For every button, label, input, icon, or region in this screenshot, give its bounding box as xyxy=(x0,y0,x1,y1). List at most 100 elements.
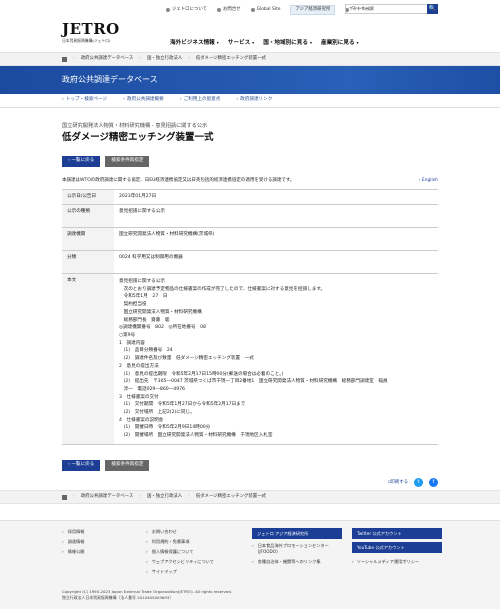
modify-label: 検索条件再指定 xyxy=(111,158,144,164)
share-tools: ▫印刷する t f xyxy=(387,478,438,487)
footer-link-recruit[interactable]: 採用情報 xyxy=(62,527,85,537)
breadcrumb: › 政府公共調達データベース › 国・独立行政法人 › 低ダメージ精密エッチング… xyxy=(0,52,500,66)
util-contact[interactable]: お問合せ xyxy=(217,7,241,13)
subnav-top-search[interactable]: トップ・検索ページ xyxy=(62,97,107,103)
wto-note: 本調達はWTOの政府調達に関する協定、日EU経済連携協定又は日英包括的経済連携協… xyxy=(62,178,438,184)
globe-icon xyxy=(250,7,255,12)
gnav-industry[interactable]: 産業別に見る ▾ xyxy=(321,40,359,48)
footer-link-partners[interactable]: 各種自治体・機関等へのリンク集 xyxy=(252,557,348,567)
util-ide[interactable]: アジア経済研究所 xyxy=(290,5,336,15)
youtube-account-button[interactable]: YouTube 公式アカウント xyxy=(352,542,442,553)
chevron-down-icon: ▾ xyxy=(252,40,255,45)
youtube-account-label: YouTube 公式アカウント xyxy=(357,544,405,550)
body-line: (2) 調達件名及び数量 低ダメージ精密エッチング装置 一式 xyxy=(119,356,254,362)
print-button[interactable]: ▫印刷する xyxy=(387,480,408,486)
modify-label: 検索条件再指定 xyxy=(111,462,144,468)
util-about[interactable]: ジェトロについて xyxy=(166,7,207,13)
home-icon[interactable] xyxy=(62,56,67,62)
row-label: 公示日/公告日 xyxy=(62,188,114,206)
chevron-down-icon: ▾ xyxy=(216,40,219,45)
gnav-services-label: サービス xyxy=(227,40,251,46)
breadcrumb-national[interactable]: 国・独立行政法人 xyxy=(147,56,182,62)
gnav-region[interactable]: 国・地域別に見る ▾ xyxy=(263,40,312,48)
english-label: English xyxy=(421,177,438,183)
footer-ide-button[interactable]: ジェトロ アジア経済研究所 xyxy=(252,528,342,539)
search-input[interactable]: サイト内検索 xyxy=(345,4,437,14)
gnav-services[interactable]: サービス ▾ xyxy=(228,40,254,48)
logo-subtitle: 日本貿易振興機構(ジェトロ) xyxy=(62,38,111,43)
breadcrumb-database[interactable]: 政府公共調達データベース xyxy=(81,56,133,62)
footer-link-disclosure[interactable]: 情報公開 xyxy=(62,547,85,557)
breadcrumb-separator: › xyxy=(188,56,190,62)
footer-link-terms[interactable]: 利用規約・免責事項 xyxy=(146,537,214,547)
breadcrumb-database[interactable]: 政府公共調達データベース xyxy=(81,494,133,500)
subnav-notes[interactable]: ご利用上の留意点 xyxy=(180,97,221,103)
jetro-logo[interactable]: JETRO 日本貿易振興機構(ジェトロ) xyxy=(62,22,120,44)
util-contact-label: お問合せ xyxy=(223,7,241,12)
facebook-share-icon[interactable]: f xyxy=(429,478,438,487)
body-line: (1) 開催日時 令和5年2月9日14時00分 xyxy=(119,425,211,431)
footer-link-sitemap[interactable]: サイトマップ xyxy=(146,567,214,577)
notice-body: 意見招請に関する公示 次のとおり調達予定物品の仕様書案の作成が完了したので、仕様… xyxy=(114,273,438,445)
main-content: 国立研究開発法人物質・材料研究機構 - 意見招請に関する公示 低ダメージ精密エッ… xyxy=(0,123,500,471)
body-line: 国立研究開発法人物質・材料研究機構 xyxy=(119,309,202,315)
search-placeholder: サイト内検索 xyxy=(349,6,375,12)
english-link[interactable]: › English xyxy=(419,178,438,184)
body-line: ◎調達機関番号 802 ◎所在地番号 08 xyxy=(119,325,206,331)
back-to-list-button-bottom[interactable]: ‹ 一覧に戻る xyxy=(62,459,101,471)
twitter-share-icon[interactable]: t xyxy=(414,478,423,487)
gnav-region-label: 国・地域別に見る xyxy=(263,40,308,46)
footer-link-privacy[interactable]: 個人情報保護について xyxy=(146,547,214,557)
action-buttons-bottom: ‹ 一覧に戻る 検索条件再指定 xyxy=(62,459,438,471)
footer-link-procurement[interactable]: 調達情報 xyxy=(62,537,85,547)
home-icon[interactable] xyxy=(62,494,67,500)
sub-nav: トップ・検索ページ 政府公共調達概要 ご利用上の留意点 政府調達リンク xyxy=(0,94,500,108)
breadcrumb-current: 低ダメージ精密エッチング装置一式 xyxy=(195,494,266,500)
gnav-overseas-label: 海外ビジネス情報 xyxy=(170,40,215,46)
body-line: 次のとおり調達予定物品の仕様書案の作成が完了したので、仕様書案に対する意見を招請… xyxy=(119,286,326,292)
page-kicker: 国立研究開発法人物質・材料研究機構 - 意見招請に関する公示 xyxy=(62,123,208,129)
hero-title: 政府公共調達データベース xyxy=(62,74,158,84)
breadcrumb-separator: › xyxy=(73,494,75,500)
row-label: 調達機関 xyxy=(62,227,114,252)
body-line: (1) 意見の提出期限 令和5年2月17日15時00分(郵送の場合は必着のこと。… xyxy=(119,371,284,377)
search-icon: 🔍 xyxy=(428,4,437,12)
site-footer: 採用情報 調達情報 情報公開 お問い合わせ 利用規約・免責事項 個人情報保護につ… xyxy=(0,520,500,609)
footer-link-contact[interactable]: お問い合わせ xyxy=(146,527,214,537)
table-row-body: 本文 意見招請に関する公示 次のとおり調達予定物品の仕様書案の作成が完了したので… xyxy=(62,273,438,445)
footer-link-accessibility[interactable]: ウェブアクセシビリティについて xyxy=(146,557,214,567)
util-global[interactable]: Global Site xyxy=(250,7,281,13)
body-line: (2) 開催場所 国立研究開発法人物質・材料研究機構 千現地区入札室 xyxy=(119,433,273,439)
breadcrumb-bottom: › 政府公共調達データベース › 国・独立行政法人 › 低ダメージ精密エッチング… xyxy=(0,490,500,504)
gnav-industry-label: 産業別に見る xyxy=(320,40,355,46)
body-line: (2) 提出先 〒305―0047 茨城県つくば市千現一丁目2番地1 国立研究開… xyxy=(119,379,388,385)
modify-search-button-bottom[interactable]: 検索条件再指定 xyxy=(105,459,150,471)
table-row: 調達機関 国立研究開発法人物質・材料研究機構(茨城県) xyxy=(62,227,438,252)
footer-link-social-policy[interactable]: ソーシャルメディア運用ポリシー xyxy=(352,556,442,567)
back-label: 一覧に戻る xyxy=(71,158,95,164)
subnav-links[interactable]: 政府調達リンク xyxy=(236,97,272,103)
twitter-account-button[interactable]: Twitter 公式アカウント xyxy=(352,528,442,539)
row-label: 分類 xyxy=(62,250,114,275)
util-global-label: Global Site xyxy=(256,7,281,12)
subnav-overview[interactable]: 政府公共調達概要 xyxy=(123,97,164,103)
hero-banner: 政府公共調達データベース xyxy=(0,66,500,94)
back-to-list-button[interactable]: ‹ 一覧に戻る xyxy=(62,155,101,167)
chevron-down-icon: ▾ xyxy=(356,40,359,45)
table-row: 公示日/公告日 2023年01月27日 xyxy=(62,188,438,206)
search-button[interactable]: 🔍 xyxy=(427,4,438,14)
body-line: 4 仕様書案の説明会 xyxy=(119,417,164,423)
breadcrumb-current: 低ダメージ精密エッチング装置一式 xyxy=(195,56,266,62)
action-buttons-top: ‹ 一覧に戻る 検索条件再指定 xyxy=(62,155,438,167)
gnav-overseas[interactable]: 海外ビジネス情報 ▾ xyxy=(170,40,219,48)
breadcrumb-national[interactable]: 国・独立行政法人 xyxy=(147,494,182,500)
modify-search-button[interactable]: 検索条件再指定 xyxy=(105,155,150,167)
util-ide-label: アジア経済研究所 xyxy=(295,7,331,12)
footer-col-1: 採用情報 調達情報 情報公開 xyxy=(62,527,85,557)
wto-note-text: 本調達はWTOの政府調達に関する協定、日EU経済連携協定又は日英包括的経済連携協… xyxy=(62,177,295,183)
footer-link-jfoodo[interactable]: 日本食品海外プロモーションセンター(JFOODO) xyxy=(252,543,348,557)
footer-col-3: 日本食品海外プロモーションセンター(JFOODO) 各種自治体・機関等へのリンク… xyxy=(252,543,348,567)
body-line: 淳一 電話029―860―4976 xyxy=(119,386,185,392)
body-line: 1 調達内容 xyxy=(119,340,145,346)
footer-ide-label: ジェトロ アジア経済研究所 xyxy=(257,530,309,536)
